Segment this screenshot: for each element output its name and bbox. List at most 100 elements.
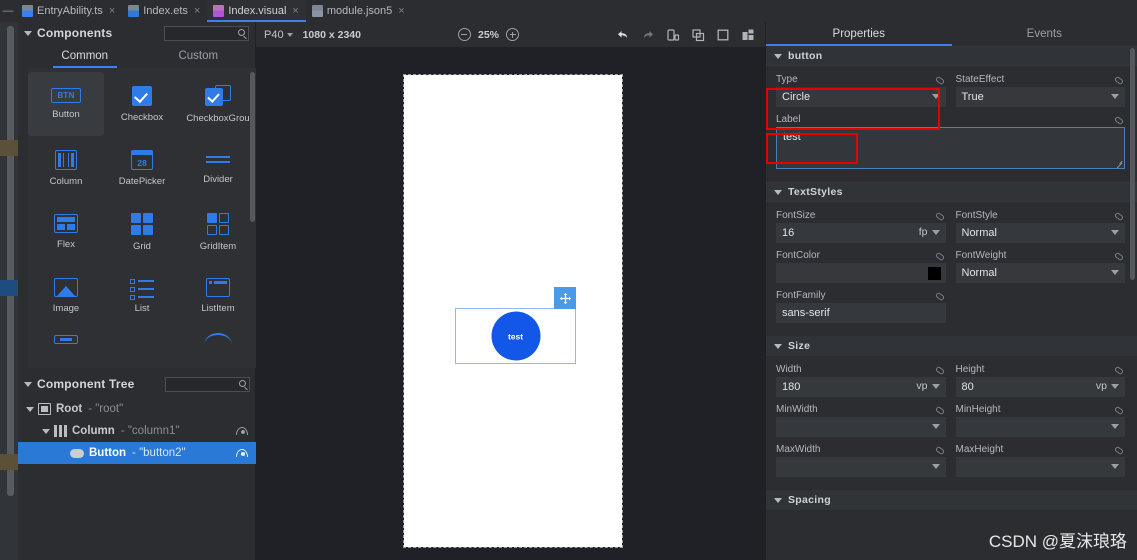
link-icon[interactable] [1113,443,1125,455]
palette-item-divider[interactable]: Divider [180,136,256,200]
editor-tab-module-json[interactable]: module.json5 × [306,0,412,22]
link-icon[interactable] [1113,209,1125,221]
label-textarea[interactable]: test [776,127,1125,169]
link-icon[interactable] [934,363,946,375]
palette-scrollbar[interactable] [250,72,255,222]
link-icon[interactable] [934,73,946,85]
visibility-toggle-icon[interactable] [236,427,248,435]
zoom-in-button[interactable] [506,28,519,41]
fontcolor-input[interactable] [776,263,946,283]
palette-item-column[interactable]: Column [28,136,104,200]
chevron-down-icon[interactable] [774,343,782,349]
section-header-spacing[interactable]: Spacing [766,490,1137,510]
fontsize-input[interactable]: 16 fp [776,223,946,243]
stateeffect-select[interactable]: True [955,87,1125,107]
minwidth-select[interactable] [776,417,946,437]
tree-row-root[interactable]: Root - "root" [18,398,256,420]
components-panel-header[interactable]: Components [18,22,255,44]
chevron-down-icon[interactable] [774,497,782,503]
fontfamily-input[interactable]: sans-serif [776,303,946,323]
minheight-select[interactable] [955,417,1125,437]
multi-select-icon[interactable] [691,28,705,42]
gutter-scrollbar[interactable] [7,26,14,496]
properties-scrollbar[interactable] [1130,48,1135,280]
section-header-textstyles[interactable]: TextStyles [766,182,1137,202]
visibility-toggle-icon[interactable] [236,449,248,457]
editor-tab-index-ets[interactable]: Index.ets × [122,0,207,22]
link-icon[interactable] [1113,249,1125,261]
fontstyle-select[interactable]: Normal [955,223,1125,243]
section-header-button[interactable]: button [766,46,1137,66]
undo-icon[interactable] [616,28,630,42]
palette-item-griditem[interactable]: GridItem [180,200,256,264]
fontweight-select[interactable]: Normal [955,263,1125,283]
tree-row-column[interactable]: Column - "column1" [18,420,256,442]
palette-item-image[interactable]: Image [28,264,104,328]
chevron-down-icon[interactable] [24,381,32,387]
chevron-down-icon[interactable] [774,53,782,59]
gutter-marker[interactable] [0,280,18,296]
gutter-marker[interactable] [0,454,18,470]
width-input[interactable]: 180 vp [776,377,946,397]
device-selector[interactable]: P40 [256,29,293,41]
redo-icon[interactable] [641,28,655,42]
palette-item-navigation[interactable] [28,328,104,350]
link-icon[interactable] [934,249,946,261]
editor-tab-index-visual[interactable]: Index.visual × [207,0,306,22]
palette-item-list[interactable]: List [104,264,180,328]
device-preview-canvas[interactable]: test [403,74,623,548]
resize-grip[interactable] [1116,160,1123,167]
close-icon[interactable]: × [194,5,200,17]
height-input[interactable]: 80 vp [955,377,1125,397]
maxwidth-select[interactable] [776,457,946,477]
color-swatch[interactable] [927,267,941,280]
canvas-button-test[interactable]: test [491,311,540,361]
tab-properties[interactable]: Properties [766,22,952,46]
palette-item-flex[interactable]: Flex [28,200,104,264]
section-header-size[interactable]: Size [766,336,1137,356]
zoom-out-button[interactable] [457,28,471,41]
tab-custom[interactable]: Custom [142,44,256,68]
palette-item-checkboxgroup[interactable]: CheckboxGrou [180,72,256,136]
component-tree-search-input[interactable] [165,376,250,392]
selected-component-outline[interactable]: test [455,287,576,364]
tab-events[interactable]: Events [952,22,1137,46]
palette-item-datepicker[interactable]: 28 DatePicker [104,136,180,200]
close-icon[interactable]: × [109,5,115,17]
gutter-marker[interactable] [0,140,18,156]
link-icon[interactable] [1113,403,1125,415]
palette-item-checkbox[interactable]: Checkbox [104,72,180,136]
link-icon[interactable] [1113,363,1125,375]
close-icon[interactable]: × [292,5,298,17]
components-search-input[interactable] [164,25,249,41]
palette-item-button[interactable]: BTN Button [28,72,104,136]
palette-item-listitem[interactable]: ListItem [180,264,256,328]
split-layout-icon[interactable] [741,28,755,42]
field-type: Type Circle [776,72,946,107]
tab-common[interactable]: Common [28,44,142,68]
link-icon[interactable] [1113,73,1125,85]
close-icon[interactable]: × [398,5,404,17]
device-preview-icon[interactable] [666,28,680,42]
link-icon[interactable] [934,209,946,221]
palette-item-curve[interactable] [180,328,256,350]
move-handle[interactable] [554,287,576,309]
maxheight-select[interactable] [955,457,1125,477]
field-value: 80 [961,381,974,393]
link-icon[interactable] [934,443,946,455]
chevron-down-icon[interactable] [24,30,32,36]
link-icon[interactable] [934,403,946,415]
fullscreen-icon[interactable] [716,28,730,42]
palette-item-grid[interactable]: Grid [104,200,180,264]
chevron-down-icon[interactable] [26,406,34,412]
canvas-area[interactable]: P40 1080 x 2340 25% test [256,22,765,560]
editor-tab-entryability[interactable]: EntryAbility.ts × [16,0,122,22]
chevron-down-icon[interactable] [774,189,782,195]
tree-row-button[interactable]: Button - "button2" [18,442,256,464]
chevron-down-icon[interactable] [42,428,50,434]
tabbar-collapse-icon[interactable]: — [0,0,16,22]
link-icon[interactable] [934,289,946,301]
type-select[interactable]: Circle [776,87,946,107]
component-tree-header[interactable]: Component Tree [18,372,256,396]
link-icon[interactable] [1113,113,1125,125]
